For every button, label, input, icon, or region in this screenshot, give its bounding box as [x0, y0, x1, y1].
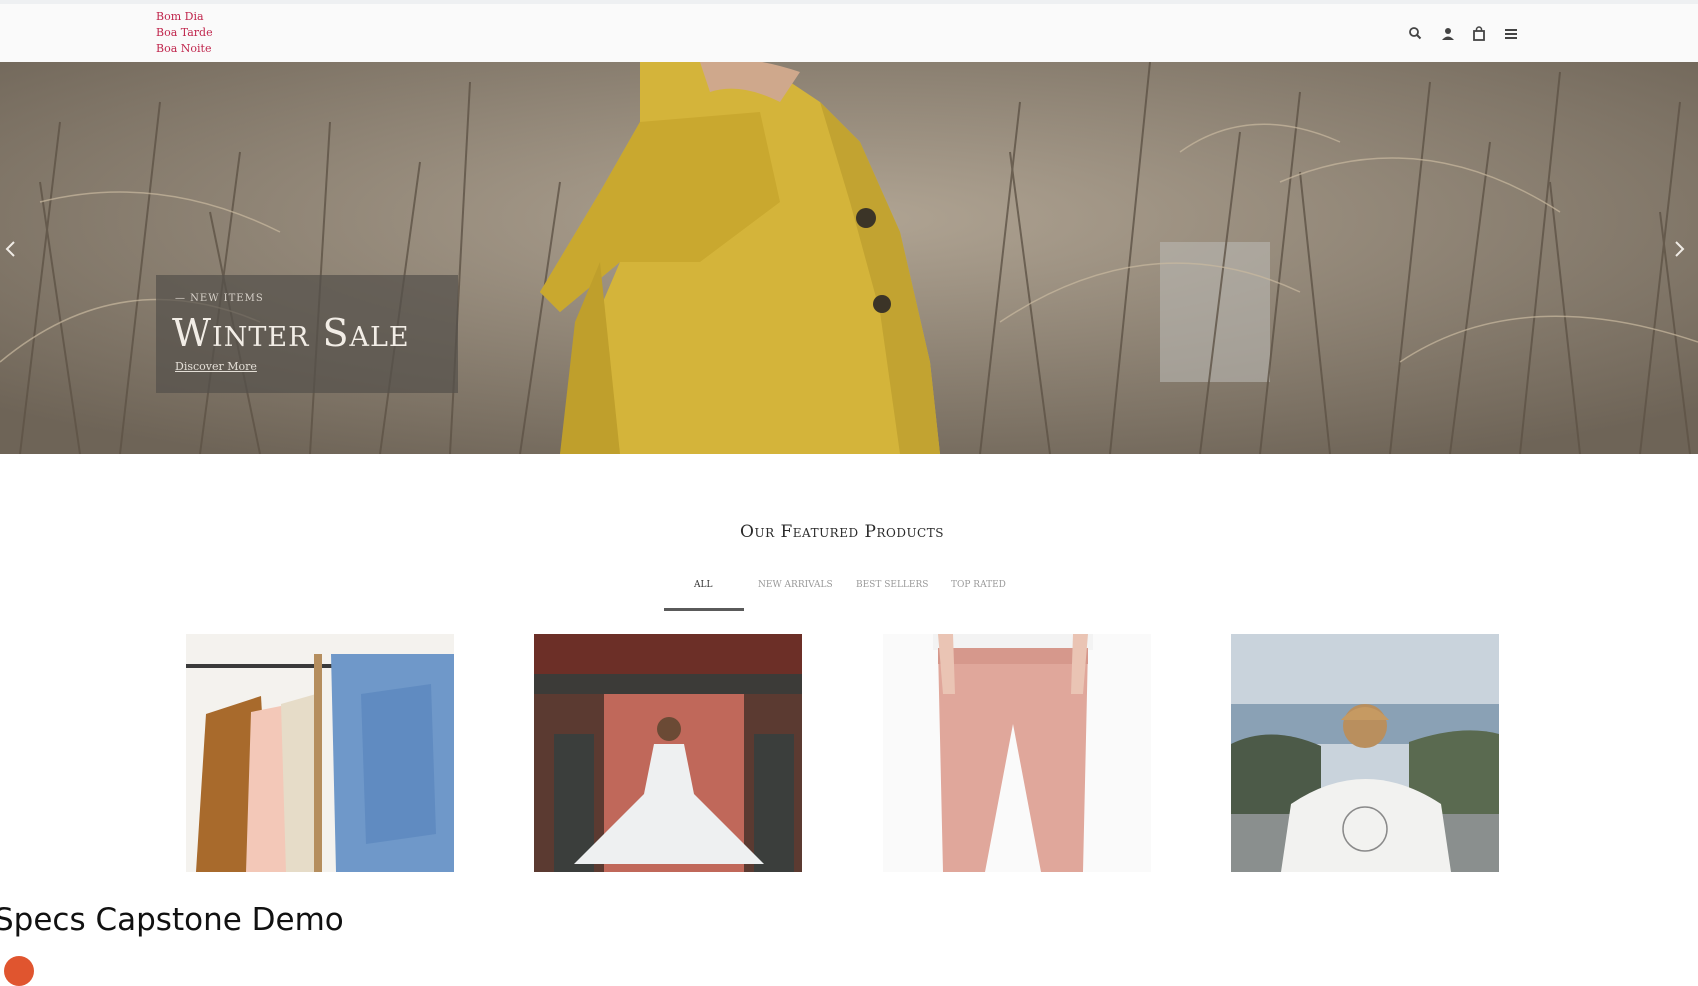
search-icon[interactable]	[1406, 24, 1426, 44]
hero-photo	[0, 62, 1698, 454]
hero-title: Winter Sale	[172, 311, 410, 355]
hero-eyebrow: — NEW ITEMS	[175, 293, 264, 304]
white-tshirt-back-photo	[1231, 634, 1499, 872]
product-card-3[interactable]	[883, 634, 1151, 872]
avatar	[4, 956, 34, 986]
cart-icon[interactable]	[1469, 24, 1489, 44]
next-arrow-icon[interactable]	[1668, 234, 1688, 264]
site-header: Bom Dia Boa Tarde Boa Noite	[0, 0, 1698, 62]
hero-banner[interactable]: — NEW ITEMS Winter Sale Discover More	[0, 62, 1698, 454]
clothes-rack-photo	[186, 634, 454, 872]
tab-all[interactable]: All	[694, 580, 712, 590]
hero-caption: — NEW ITEMS Winter Sale Discover More	[156, 275, 458, 393]
greeting-afternoon: Boa Tarde	[156, 26, 213, 39]
tab-top-rated[interactable]: Top Rated	[951, 580, 1006, 590]
active-tab-indicator	[664, 608, 744, 611]
white-dress-photo	[534, 634, 802, 872]
header-icons	[1406, 24, 1522, 44]
pink-trousers-photo	[883, 634, 1151, 872]
product-card-2[interactable]	[534, 634, 802, 872]
page-caption: Specs Capstone Demo	[0, 902, 344, 938]
greeting-morning: Bom Dia	[156, 10, 204, 23]
menu-icon[interactable]	[1501, 24, 1521, 44]
greeting-list: Bom Dia Boa Tarde Boa Noite	[156, 9, 213, 57]
greeting-night: Boa Noite	[156, 42, 212, 55]
discover-more-link[interactable]: Discover More	[175, 360, 257, 373]
product-card-4[interactable]	[1231, 634, 1499, 872]
tab-best-sellers[interactable]: Best Sellers	[856, 580, 928, 590]
prev-arrow-icon[interactable]	[2, 234, 22, 264]
product-tabs: All New Arrivals Best Sellers Top Rated	[0, 580, 1698, 616]
tab-new-arrivals[interactable]: New Arrivals	[758, 580, 833, 590]
featured-products-title: Our Featured Products	[740, 522, 944, 542]
product-card-1[interactable]	[186, 634, 454, 872]
account-icon[interactable]	[1438, 24, 1458, 44]
browser-strip	[0, 0, 1698, 4]
